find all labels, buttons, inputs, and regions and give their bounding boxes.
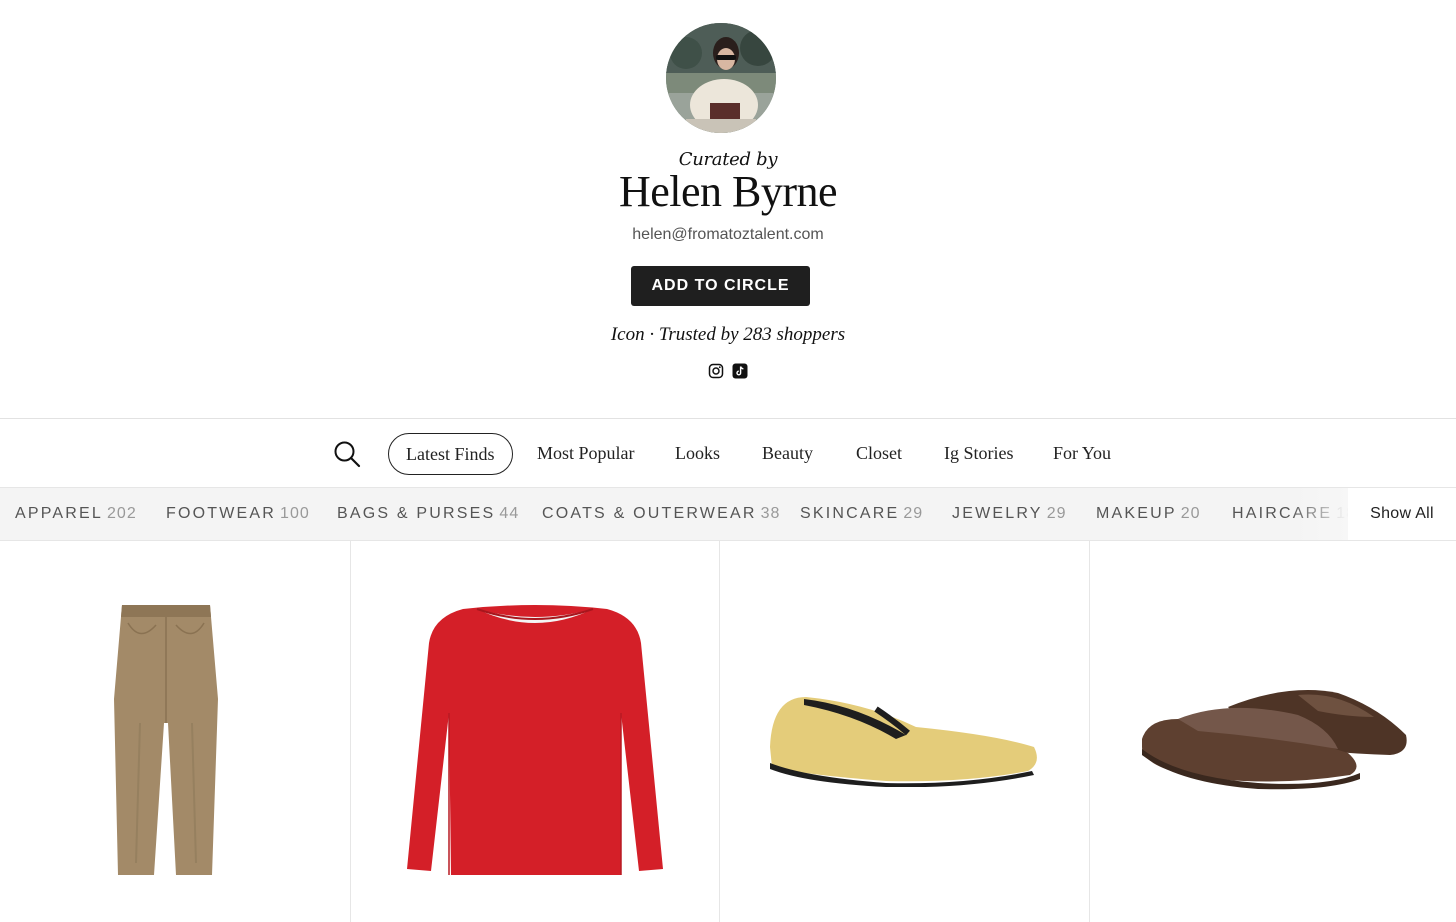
category-skincare[interactable]: SKINCARE 29 bbox=[800, 488, 923, 540]
red-top-image bbox=[407, 605, 663, 875]
brown-slide-image bbox=[1142, 690, 1407, 790]
category-coats-outerwear[interactable]: COATS & OUTERWEAR 38 bbox=[542, 488, 780, 540]
tab-for-you[interactable]: For You bbox=[1053, 433, 1111, 475]
category-footwear[interactable]: FOOTWEAR 100 bbox=[166, 488, 310, 540]
show-all-button[interactable]: Show All bbox=[1348, 488, 1456, 540]
product-card-khaki-trousers[interactable] bbox=[0, 541, 350, 922]
curator-name: Helen Byrne bbox=[618, 167, 838, 216]
add-to-circle-button[interactable]: ADD TO CIRCLE bbox=[631, 266, 810, 306]
curator-email[interactable]: helen@fromatoztalent.com bbox=[0, 226, 1456, 244]
instagram-icon[interactable] bbox=[708, 363, 724, 379]
category-bags-purses[interactable]: BAGS & PURSES 44 bbox=[337, 488, 519, 540]
yellow-slipper-image bbox=[770, 697, 1037, 787]
khaki-trousers-image bbox=[114, 605, 218, 875]
product-grid bbox=[0, 541, 1456, 922]
product-card-red-top[interactable] bbox=[351, 541, 719, 922]
category-jewelry[interactable]: JEWELRY 29 bbox=[952, 488, 1066, 540]
tab-closet[interactable]: Closet bbox=[856, 433, 902, 475]
tabs-bar: Latest Finds Most Popular Looks Beauty C… bbox=[0, 418, 1456, 488]
product-card-brown-slide[interactable] bbox=[1090, 541, 1456, 922]
category-strip: APPAREL 202 FOOTWEAR 100 BAGS & PURSES 44 C… bbox=[0, 487, 1456, 541]
social-links bbox=[0, 363, 1456, 379]
product-card-yellow-slipper[interactable] bbox=[720, 541, 1089, 922]
tab-looks[interactable]: Looks bbox=[675, 433, 720, 475]
tiktok-icon[interactable] bbox=[732, 363, 748, 379]
tab-beauty[interactable]: Beauty bbox=[762, 433, 813, 475]
search-icon[interactable] bbox=[332, 439, 362, 469]
tab-ig-stories[interactable]: Ig Stories bbox=[944, 433, 1014, 475]
category-apparel[interactable]: APPAREL 202 bbox=[15, 488, 137, 540]
tab-latest-finds[interactable]: Latest Finds bbox=[388, 433, 513, 475]
tab-most-popular[interactable]: Most Popular bbox=[537, 433, 635, 475]
category-makeup[interactable]: MAKEUP 20 bbox=[1096, 488, 1201, 540]
scroll-fade bbox=[1290, 488, 1350, 540]
avatar bbox=[666, 23, 776, 133]
trust-line: Icon · Trusted by 283 shoppers bbox=[610, 324, 846, 345]
